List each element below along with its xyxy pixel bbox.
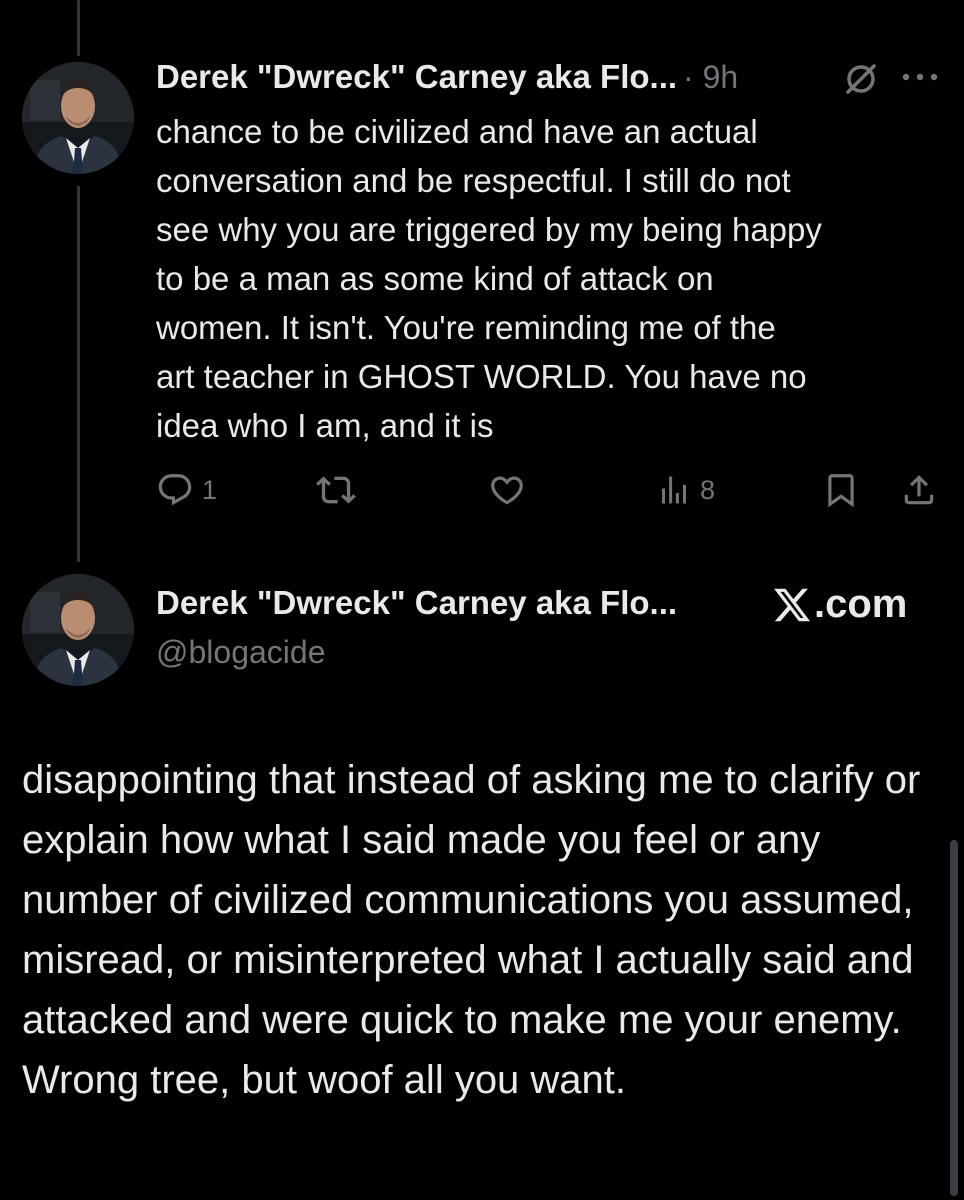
tweet-actions: 1 8 (156, 466, 946, 514)
reply-count: 1 (202, 474, 218, 505)
quote-author-name[interactable]: Derek "Dwreck" Carney aka Flo... (156, 584, 677, 622)
bookmark-button[interactable] (822, 466, 860, 514)
retweet-icon (316, 476, 356, 504)
views-button[interactable]: 8 (656, 466, 715, 514)
reply-button[interactable]: 1 (156, 466, 217, 514)
author-name[interactable]: Derek "Dwreck" Carney aka Flo... (156, 58, 677, 96)
avatar[interactable] (22, 62, 134, 174)
reply-icon (158, 474, 192, 506)
share-button[interactable] (900, 466, 938, 514)
share-icon (904, 475, 934, 505)
timestamp[interactable]: · 9h (683, 59, 738, 96)
views-icon (662, 476, 686, 504)
quote-avatar[interactable] (22, 574, 134, 686)
thread-connector-top (77, 0, 80, 56)
x-logo-icon (774, 588, 811, 621)
more-icon[interactable] (900, 70, 940, 84)
tweet-header: Derek "Dwreck" Carney aka Flo... · 9h (156, 58, 738, 96)
tweet-text: chance to be civilized and have an actua… (156, 113, 822, 444)
quote-text: disappointing that instead of asking me … (22, 758, 921, 1102)
like-icon (491, 476, 523, 505)
brand-suffix: .com (814, 582, 908, 626)
scrollbar[interactable] (950, 840, 958, 1196)
x-com-brand: .com (772, 582, 907, 627)
thread-connector (77, 186, 80, 562)
quote-author-handle[interactable]: @blogacide (156, 634, 325, 671)
grok-icon[interactable] (842, 60, 880, 98)
bookmark-icon (828, 474, 854, 508)
like-button[interactable] (488, 466, 526, 514)
retweet-button[interactable] (316, 466, 356, 514)
views-count: 8 (700, 474, 716, 505)
